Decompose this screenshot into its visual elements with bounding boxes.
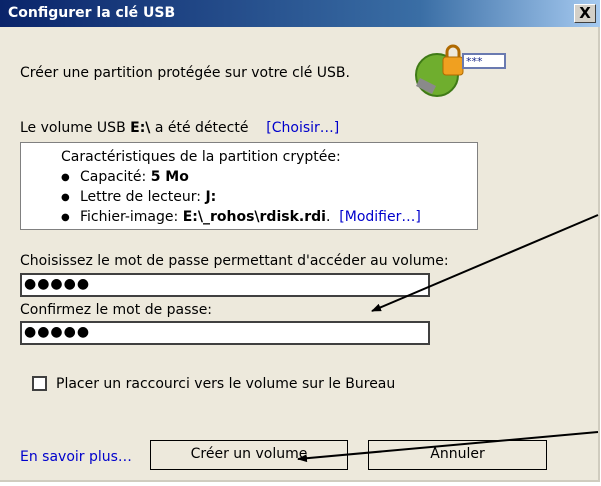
intro-text: Créer une partition protégée sur votre c… [20,65,350,81]
password-field[interactable]: ●●●●● [20,273,430,297]
configure-usb-dialog: Configurer la clé USB X Créer une partit… [0,0,600,482]
create-volume-button[interactable]: Créer un volume [150,440,348,470]
detected-suffix: a été détecté [150,120,249,136]
logo-password-mask: *** [466,55,483,68]
usb-lock-logo-icon: *** [415,44,506,97]
close-button[interactable]: X [574,4,596,23]
confirm-password-field[interactable]: ●●●●● [20,321,430,345]
partition-properties-list: Capacité: 5 Mo Lettre de lecteur: J: Fic… [61,167,421,227]
partition-heading: Caractéristiques de la partition cryptée… [61,149,341,165]
password-label: Choisissez le mot de passe permettant d'… [20,253,449,269]
confirm-password-label: Confirmez le mot de passe: [20,302,213,318]
desktop-shortcut-label: Placer un raccourci vers le volume sur l… [56,376,396,392]
desktop-shortcut-checkbox[interactable] [32,376,47,391]
drive-letter-item: Lettre de lecteur: J: [61,187,421,207]
cancel-button[interactable]: Annuler [368,440,547,470]
detected-line: Le volume USB E:\ a été détecté [Choisir… [20,120,339,136]
title-bar: Configurer la clé USB [0,0,600,27]
window-title: Configurer la clé USB [8,5,176,21]
choose-link[interactable]: [Choisir…] [266,120,339,136]
image-file-item: Fichier-image: E:\_rohos\rdisk.rdi. [Mod… [61,207,421,227]
learn-more-link[interactable]: En savoir plus… [20,449,132,465]
modify-link[interactable]: [Modifier…] [339,209,421,225]
capacity-item: Capacité: 5 Mo [61,167,421,187]
detected-prefix: Le volume USB [20,120,131,136]
partition-info-box: Caractéristiques de la partition cryptée… [20,142,478,230]
detected-drive: E:\ [130,120,151,136]
